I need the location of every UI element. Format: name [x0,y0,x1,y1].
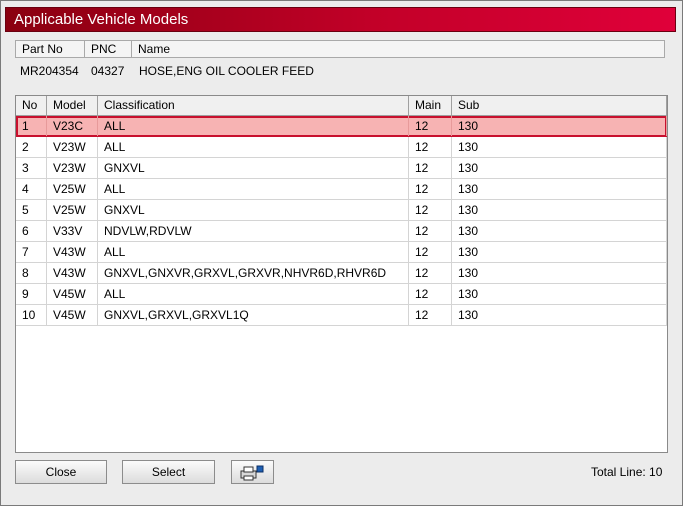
cell-sub: 130 [452,179,667,199]
table-row[interactable]: 10 V45W GNXVL,GRXVL,GRXVL1Q 12 130 [16,305,667,326]
table-row[interactable]: 2 V23W ALL 12 130 [16,137,667,158]
cell-classification: GNXVL,GRXVL,GRXVL1Q [98,305,409,325]
cell-no: 3 [16,158,47,178]
table-row[interactable]: 5 V25W GNXVL 12 130 [16,200,667,221]
close-button[interactable]: Close [15,460,107,484]
cell-no: 10 [16,305,47,325]
cell-no: 9 [16,284,47,304]
cell-main: 12 [409,284,452,304]
cell-classification: GNXVL [98,158,409,178]
part-no-value: MR204354 [20,64,79,78]
cell-no: 2 [16,137,47,157]
cell-sub: 130 [452,116,667,136]
table-row[interactable]: 9 V45W ALL 12 130 [16,284,667,305]
cell-classification: NDVLW,RDVLW [98,221,409,241]
cell-no: 8 [16,263,47,283]
cell-classification: ALL [98,179,409,199]
table-row[interactable]: 3 V23W GNXVL 12 130 [16,158,667,179]
cell-main: 12 [409,305,452,325]
table-row[interactable]: 6 V33V NDVLW,RDVLW 12 130 [16,221,667,242]
column-header-sub[interactable]: Sub [452,96,667,115]
cell-main: 12 [409,200,452,220]
cell-classification: ALL [98,137,409,157]
part-info-values: MR204354 04327 HOSE,ENG OIL COOLER FEED [15,63,665,79]
vehicle-models-table[interactable]: No Model Classification Main Sub 1 V23C AL… [15,95,668,453]
pnc-header: PNC [85,41,132,57]
column-header-main[interactable]: Main [409,96,452,115]
cell-model: V23W [47,137,98,157]
cell-sub: 130 [452,242,667,262]
print-button[interactable] [231,460,274,484]
cell-classification: ALL [98,116,409,136]
printer-icon [240,465,264,481]
cell-classification: GNXVL,GNXVR,GRXVL,GRXVR,NHVR6D,RHVR6D [98,263,409,283]
cell-classification: ALL [98,284,409,304]
cell-main: 12 [409,179,452,199]
cell-no: 1 [16,116,47,136]
select-button[interactable]: Select [122,460,215,484]
cell-no: 6 [16,221,47,241]
cell-main: 12 [409,221,452,241]
cell-model: V43W [47,263,98,283]
cell-sub: 130 [452,263,667,283]
cell-sub: 130 [452,158,667,178]
cell-model: V25W [47,179,98,199]
cell-main: 12 [409,158,452,178]
column-header-model[interactable]: Model [47,96,98,115]
table-row[interactable]: 7 V43W ALL 12 130 [16,242,667,263]
cell-model: V25W [47,200,98,220]
cell-model: V43W [47,242,98,262]
cell-main: 12 [409,116,452,136]
table-row[interactable]: 4 V25W ALL 12 130 [16,179,667,200]
cell-model: V45W [47,284,98,304]
pnc-value: 04327 [91,64,125,78]
cell-no: 7 [16,242,47,262]
cell-classification: GNXVL [98,200,409,220]
cell-sub: 130 [452,137,667,157]
total-line-count: Total Line: 10 [591,465,663,479]
cell-main: 12 [409,242,452,262]
cell-model: V45W [47,305,98,325]
cell-main: 12 [409,137,452,157]
cell-model: V23W [47,158,98,178]
window-title: Applicable Vehicle Models [14,11,189,28]
column-header-classification[interactable]: Classification [98,96,409,115]
table-header: No Model Classification Main Sub [16,96,667,116]
cell-classification: ALL [98,242,409,262]
name-header: Name [138,42,171,56]
table-row[interactable]: 1 V23C ALL 12 130 [16,116,667,137]
cell-sub: 130 [452,221,667,241]
cell-model: V23C [47,116,98,136]
title-bar[interactable]: Applicable Vehicle Models [5,7,676,32]
column-header-no[interactable]: No [16,96,47,115]
cell-sub: 130 [452,305,667,325]
cell-sub: 130 [452,284,667,304]
part-no-header: Part No [16,41,85,57]
applicable-vehicle-models-window: Applicable Vehicle Models Part No PNC Na… [0,0,683,506]
cell-main: 12 [409,263,452,283]
cell-no: 5 [16,200,47,220]
cell-model: V33V [47,221,98,241]
cell-sub: 130 [452,200,667,220]
table-row[interactable]: 8 V43W GNXVL,GNXVR,GRXVL,GRXVR,NHVR6D,RHVR… [16,263,667,284]
cell-no: 4 [16,179,47,199]
part-name-value: HOSE,ENG OIL COOLER FEED [139,64,314,78]
part-info-header: Part No PNC Name [15,40,665,58]
